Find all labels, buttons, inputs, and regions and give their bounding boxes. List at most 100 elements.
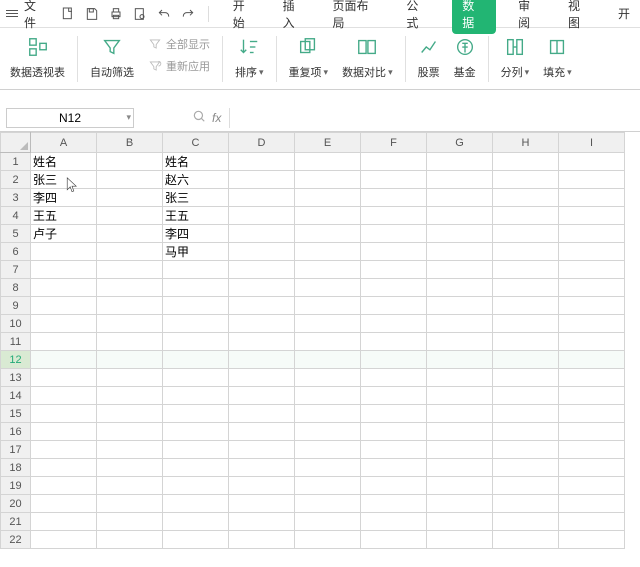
row-header[interactable]: 18 (1, 459, 31, 477)
cell[interactable] (163, 369, 229, 387)
cell[interactable] (97, 333, 163, 351)
cell[interactable]: 张三 (163, 189, 229, 207)
cell[interactable] (493, 333, 559, 351)
cell[interactable] (295, 351, 361, 369)
col-header[interactable]: B (97, 133, 163, 153)
cell[interactable] (493, 297, 559, 315)
cell[interactable] (427, 531, 493, 549)
undo-icon[interactable] (154, 4, 174, 24)
cell[interactable] (493, 423, 559, 441)
cell[interactable] (559, 171, 625, 189)
cell[interactable] (97, 423, 163, 441)
cell[interactable] (31, 459, 97, 477)
cell[interactable] (229, 423, 295, 441)
row-header[interactable]: 4 (1, 207, 31, 225)
cell[interactable] (229, 441, 295, 459)
cell[interactable] (295, 225, 361, 243)
cell[interactable] (493, 405, 559, 423)
cell[interactable] (361, 333, 427, 351)
cell[interactable] (559, 225, 625, 243)
filter-button[interactable]: 自动筛选 (84, 34, 140, 85)
cell[interactable] (559, 495, 625, 513)
cell[interactable] (163, 513, 229, 531)
cell[interactable] (97, 531, 163, 549)
cell[interactable] (295, 297, 361, 315)
cell[interactable] (559, 459, 625, 477)
tab-layout[interactable]: 页面布局 (329, 0, 385, 35)
cell[interactable] (361, 279, 427, 297)
formula-input[interactable] (229, 108, 640, 128)
cell[interactable] (97, 459, 163, 477)
cell[interactable] (361, 513, 427, 531)
cell[interactable] (427, 297, 493, 315)
cell[interactable] (229, 225, 295, 243)
cell[interactable] (97, 297, 163, 315)
cell[interactable] (163, 261, 229, 279)
cell[interactable] (427, 225, 493, 243)
cell[interactable] (493, 171, 559, 189)
cell[interactable] (493, 207, 559, 225)
col-header[interactable]: A (31, 133, 97, 153)
save-icon[interactable] (82, 4, 102, 24)
cell[interactable] (493, 477, 559, 495)
cell[interactable] (361, 225, 427, 243)
cell[interactable] (493, 513, 559, 531)
cell[interactable]: 李四 (31, 189, 97, 207)
cell[interactable] (493, 225, 559, 243)
cell[interactable] (97, 495, 163, 513)
redo-icon[interactable] (178, 4, 198, 24)
row-header[interactable]: 7 (1, 261, 31, 279)
cell[interactable] (163, 279, 229, 297)
cell[interactable] (295, 189, 361, 207)
cell[interactable] (361, 153, 427, 171)
cell[interactable] (559, 207, 625, 225)
cell[interactable] (97, 243, 163, 261)
row-header[interactable]: 20 (1, 495, 31, 513)
stock-button[interactable]: 股票 (412, 34, 446, 85)
cell[interactable] (361, 315, 427, 333)
cell[interactable] (97, 261, 163, 279)
cell[interactable] (361, 171, 427, 189)
cell[interactable] (559, 243, 625, 261)
cell[interactable] (31, 531, 97, 549)
cell[interactable] (295, 369, 361, 387)
cell[interactable] (493, 369, 559, 387)
show-all-button[interactable]: 全部显示 (148, 36, 210, 52)
cell[interactable] (361, 297, 427, 315)
cell[interactable] (97, 225, 163, 243)
cell[interactable] (97, 369, 163, 387)
cell[interactable] (229, 207, 295, 225)
cell[interactable] (361, 405, 427, 423)
cell[interactable]: 张三 (31, 171, 97, 189)
cell[interactable] (31, 423, 97, 441)
preview-icon[interactable] (130, 4, 150, 24)
cell[interactable] (229, 189, 295, 207)
cell[interactable]: 李四 (163, 225, 229, 243)
cell[interactable] (163, 387, 229, 405)
cell[interactable] (559, 189, 625, 207)
cell[interactable] (427, 369, 493, 387)
splitcol-button[interactable]: 分列▾ (495, 34, 536, 85)
cell[interactable] (361, 261, 427, 279)
cell[interactable] (427, 189, 493, 207)
row-header[interactable]: 9 (1, 297, 31, 315)
cell[interactable] (31, 261, 97, 279)
cell[interactable] (295, 441, 361, 459)
cell[interactable] (31, 495, 97, 513)
cell[interactable] (229, 297, 295, 315)
cell[interactable] (493, 441, 559, 459)
cell[interactable] (559, 369, 625, 387)
cell[interactable] (229, 459, 295, 477)
cell[interactable] (427, 459, 493, 477)
row-header[interactable]: 8 (1, 279, 31, 297)
cell[interactable] (229, 243, 295, 261)
cell[interactable] (229, 153, 295, 171)
cell[interactable] (31, 477, 97, 495)
cell[interactable] (493, 495, 559, 513)
cell[interactable] (559, 333, 625, 351)
cell[interactable] (295, 423, 361, 441)
cell[interactable] (559, 261, 625, 279)
cell[interactable] (427, 333, 493, 351)
tab-formula[interactable]: 公式 (402, 0, 434, 35)
cell[interactable] (361, 441, 427, 459)
